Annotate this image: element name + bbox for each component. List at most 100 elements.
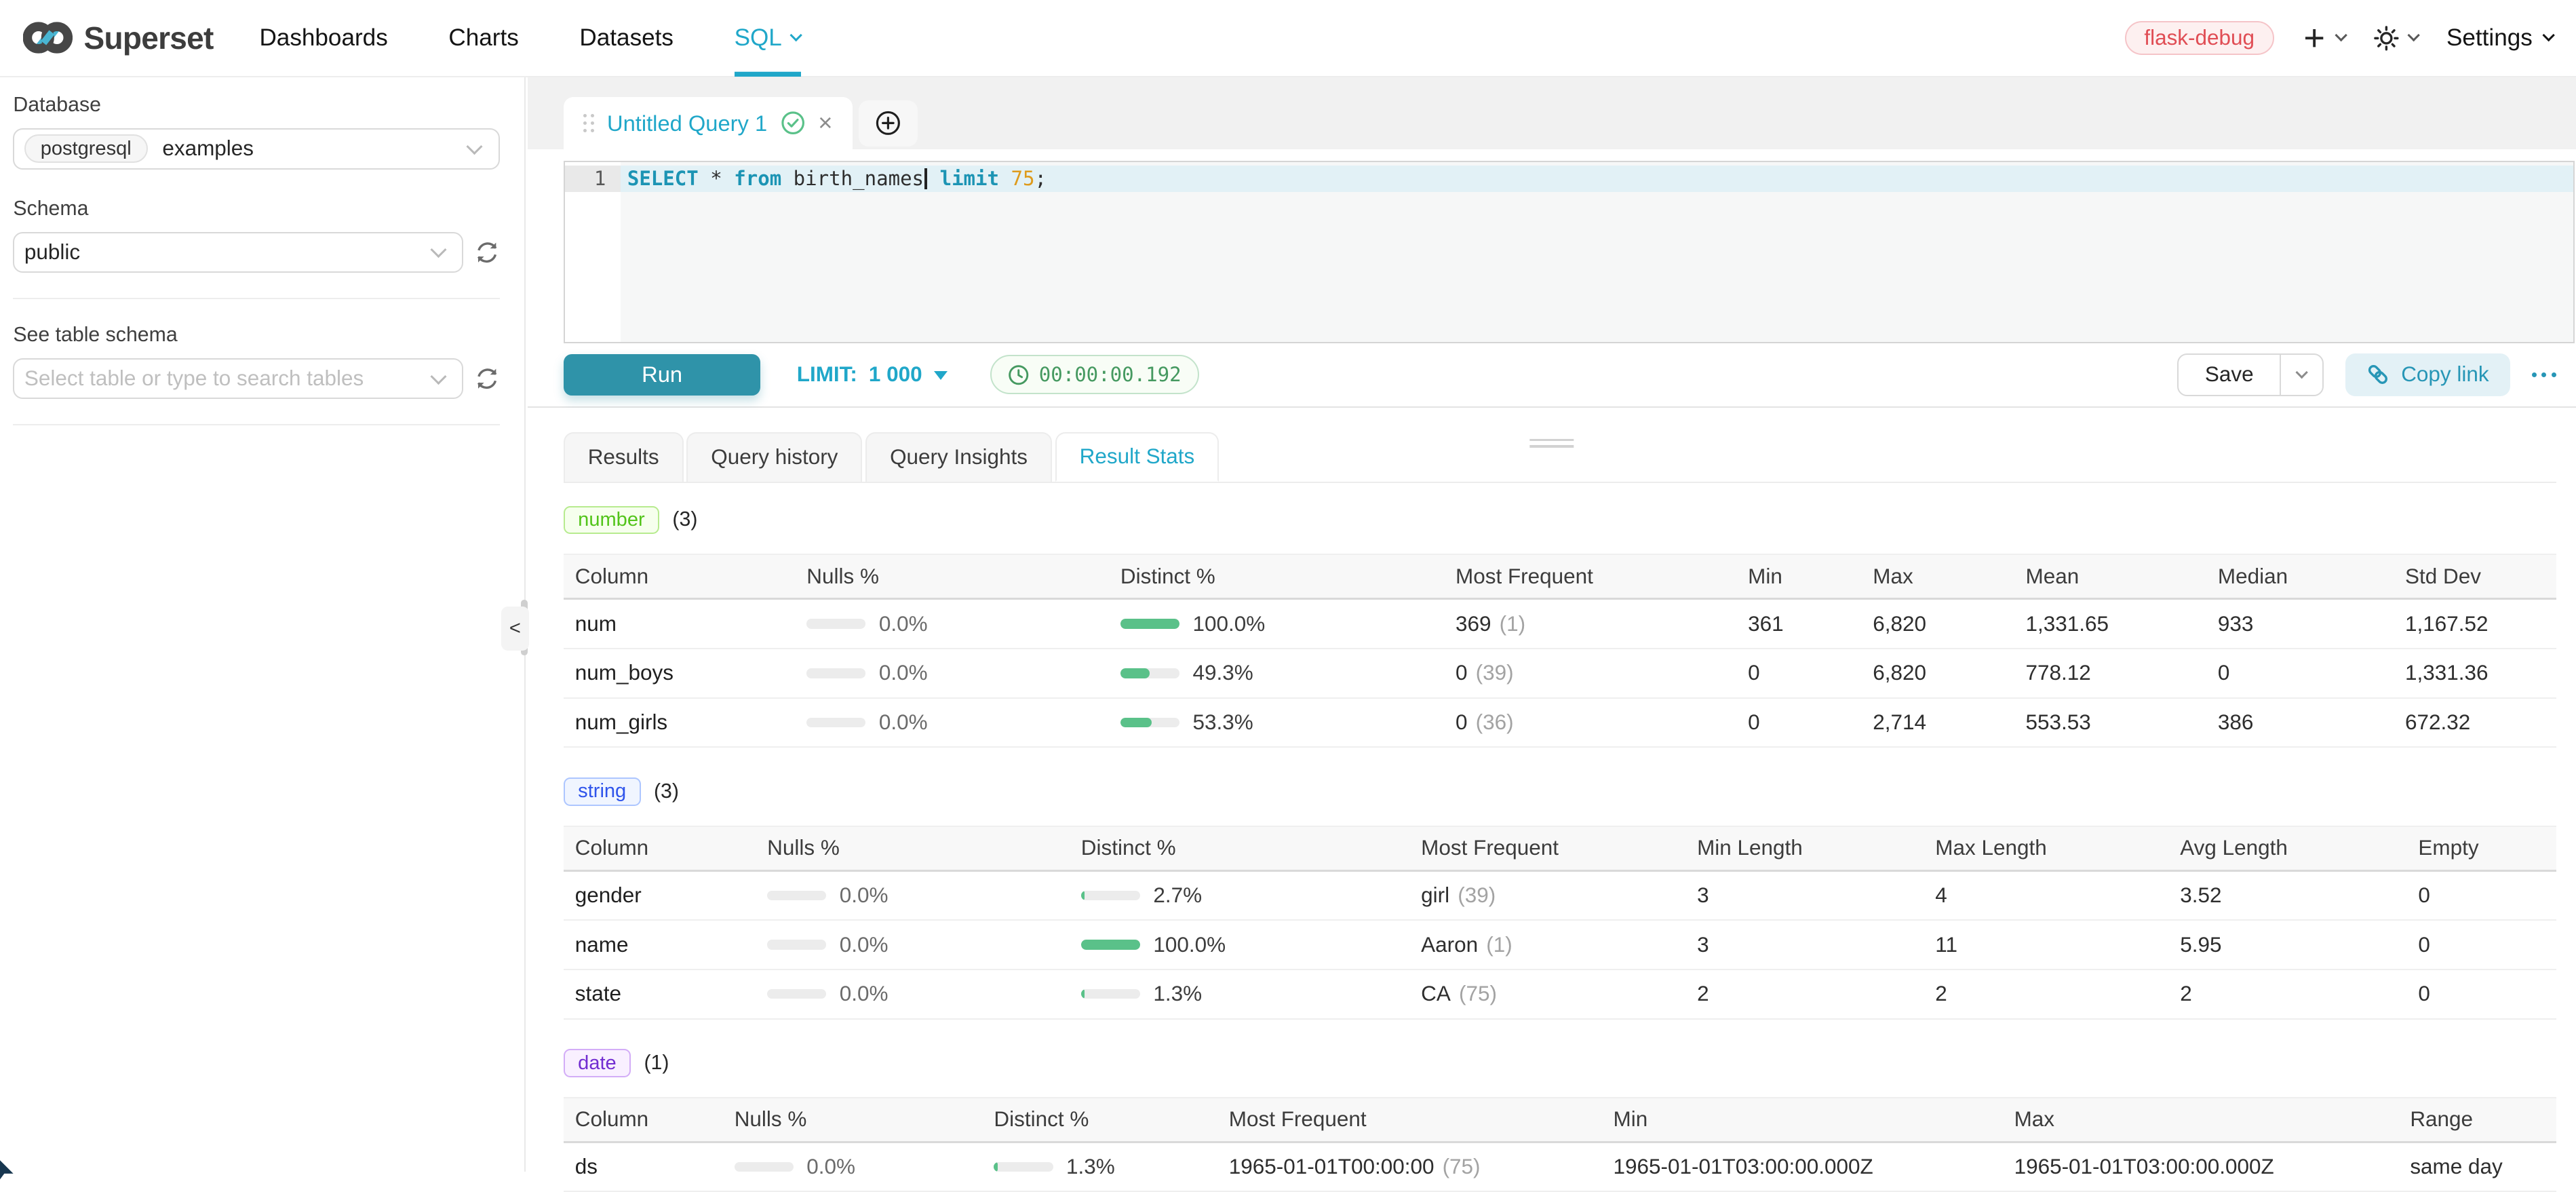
- result-tab-query-insights[interactable]: Query Insights: [865, 432, 1052, 482]
- table-select[interactable]: Select table or type to search tables: [13, 358, 463, 400]
- result-tab-query-history[interactable]: Query history: [686, 432, 862, 482]
- result-tab-result-stats[interactable]: Result Stats: [1055, 432, 1219, 482]
- distinct-bar: [1120, 668, 1179, 678]
- distinct-cell: 100.0%: [1070, 933, 1409, 957]
- most-frequent-cell: girl (39): [1409, 883, 1685, 908]
- sidebar-divider: [13, 298, 499, 299]
- distinct-cell: 2.7%: [1070, 883, 1409, 908]
- check-circle-icon: [781, 111, 805, 135]
- text-cursor: [924, 168, 927, 189]
- nav-item-datasets[interactable]: Datasets: [579, 0, 674, 77]
- column-name-cell: gender: [564, 883, 756, 908]
- save-options-button[interactable]: [2280, 355, 2322, 395]
- nulls-bar: [767, 891, 826, 901]
- database-label: Database: [13, 94, 499, 117]
- caret-down-icon: [934, 371, 948, 380]
- nav-item-label: SQL: [735, 24, 782, 52]
- settings-menu[interactable]: Settings: [2446, 24, 2553, 52]
- stat-cell: 672.32: [2394, 710, 2556, 735]
- copy-link-button[interactable]: Copy link: [2345, 353, 2510, 396]
- sql-token: ;: [1035, 166, 1047, 192]
- most-frequent-count: (75): [1443, 1155, 1481, 1179]
- most-frequent-count: (75): [1459, 982, 1497, 1006]
- stat-cell: 0: [2206, 661, 2394, 685]
- superset-logo-icon: [23, 16, 73, 59]
- limit-label: LIMIT:: [797, 362, 857, 387]
- superset-logo[interactable]: Superset: [23, 16, 214, 59]
- stat-cell: 0: [2406, 982, 2556, 1006]
- column-name-cell: state: [564, 982, 756, 1006]
- result-tab-results[interactable]: Results: [564, 432, 684, 482]
- bar-fill: [1081, 989, 1085, 999]
- table-select-placeholder: Select table or type to search tables: [24, 366, 364, 391]
- column-name-cell: num_boys: [564, 661, 796, 685]
- stat-cell: 11: [1924, 933, 2168, 957]
- column-name-cell: num_girls: [564, 710, 796, 735]
- table-row: ds0.0%1.3%1965-01-01T00:00:00(75)1965-01…: [564, 1143, 2556, 1192]
- run-button[interactable]: Run: [564, 354, 761, 396]
- new-query-tab-button[interactable]: [859, 100, 918, 147]
- stat-cell: 3: [1685, 933, 1924, 957]
- editor-code-area[interactable]: SELECT * from birth_names limit 75;: [621, 162, 2573, 342]
- schema-field: Schema public: [13, 197, 499, 273]
- results-resize-handle[interactable]: [1529, 439, 1574, 448]
- nav-item-charts[interactable]: Charts: [448, 0, 518, 77]
- nav-item-dashboards[interactable]: Dashboards: [259, 0, 387, 77]
- refresh-schemas-button[interactable]: [475, 240, 499, 265]
- column-header: Mean: [2014, 564, 2206, 589]
- nulls-cell: 0.0%: [795, 612, 1109, 636]
- sql-editor[interactable]: 1 SELECT * from birth_names limit 75;: [564, 161, 2575, 343]
- theme-toggle[interactable]: [2373, 25, 2419, 52]
- distinct-value: 100.0%: [1153, 933, 1226, 957]
- results-panel: ResultsQuery historyQuery InsightsResult…: [528, 432, 2576, 1192]
- close-tab-icon[interactable]: ×: [818, 111, 832, 135]
- sql-token: birth_names: [781, 166, 924, 192]
- clock-icon: [1008, 364, 1029, 385]
- nulls-cell: 0.0%: [756, 982, 1070, 1006]
- more-actions-button[interactable]: [2532, 372, 2556, 377]
- most-frequent-cell: 0(39): [1444, 661, 1736, 685]
- stats-section-number: number(3)ColumnNulls %Distinct %Most Fre…: [564, 506, 2556, 748]
- query-tab[interactable]: Untitled Query 1 ×: [564, 97, 853, 150]
- column-header: Most Frequent: [1217, 1107, 1602, 1132]
- stat-cell: same day: [2398, 1155, 2556, 1179]
- save-button[interactable]: Save: [2179, 355, 2280, 395]
- schema-label: Schema: [13, 197, 499, 220]
- nav-item-sql[interactable]: SQL: [735, 0, 801, 77]
- bar-fill: [1081, 891, 1085, 901]
- collapse-sidebar-button[interactable]: <: [501, 607, 529, 651]
- bar-fill: [1120, 619, 1179, 629]
- column-count: (1): [644, 1052, 669, 1075]
- new-item-menu[interactable]: [2302, 26, 2345, 50]
- most-frequent-value: CA: [1421, 982, 1451, 1006]
- column-header: Std Dev: [2394, 564, 2556, 589]
- schema-select[interactable]: public: [13, 232, 463, 273]
- most-frequent-value: girl: [1421, 883, 1449, 908]
- sql-token: limit: [940, 166, 999, 192]
- distinct-value: 53.3%: [1192, 710, 1253, 735]
- limit-dropdown[interactable]: LIMIT: 1 000: [797, 362, 948, 387]
- distinct-value: 100.0%: [1192, 612, 1265, 636]
- database-select[interactable]: postgresql examples: [13, 128, 499, 170]
- stat-cell: 933: [2206, 612, 2394, 636]
- nulls-value: 0.0%: [840, 982, 889, 1006]
- column-header: Avg Length: [2168, 836, 2406, 860]
- most-frequent-value: 0: [1456, 661, 1468, 685]
- column-header: Max: [1861, 564, 2014, 589]
- type-badge-string: string: [564, 777, 641, 806]
- most-frequent-cell: Aaron(1): [1409, 933, 1685, 957]
- database-field: Database postgresql examples: [13, 94, 499, 170]
- most-frequent-count: (1): [1500, 612, 1525, 636]
- refresh-tables-button[interactable]: [475, 366, 499, 391]
- most-frequent-count: (39): [1458, 883, 1496, 908]
- bar-fill: [994, 1162, 997, 1172]
- navbar: Superset Dashboards Charts Datasets SQL fla…: [0, 0, 2576, 77]
- column-name-cell: ds: [564, 1155, 723, 1179]
- most-frequent-cell: 369(1): [1444, 612, 1736, 636]
- navbar-right: flask-debug Settings: [2125, 21, 2553, 55]
- distinct-cell: 49.3%: [1109, 661, 1444, 685]
- settings-label: Settings: [2446, 24, 2533, 52]
- column-header: Min: [1736, 564, 1861, 589]
- nulls-cell: 0.0%: [756, 883, 1070, 908]
- stat-cell: 3.52: [2168, 883, 2406, 908]
